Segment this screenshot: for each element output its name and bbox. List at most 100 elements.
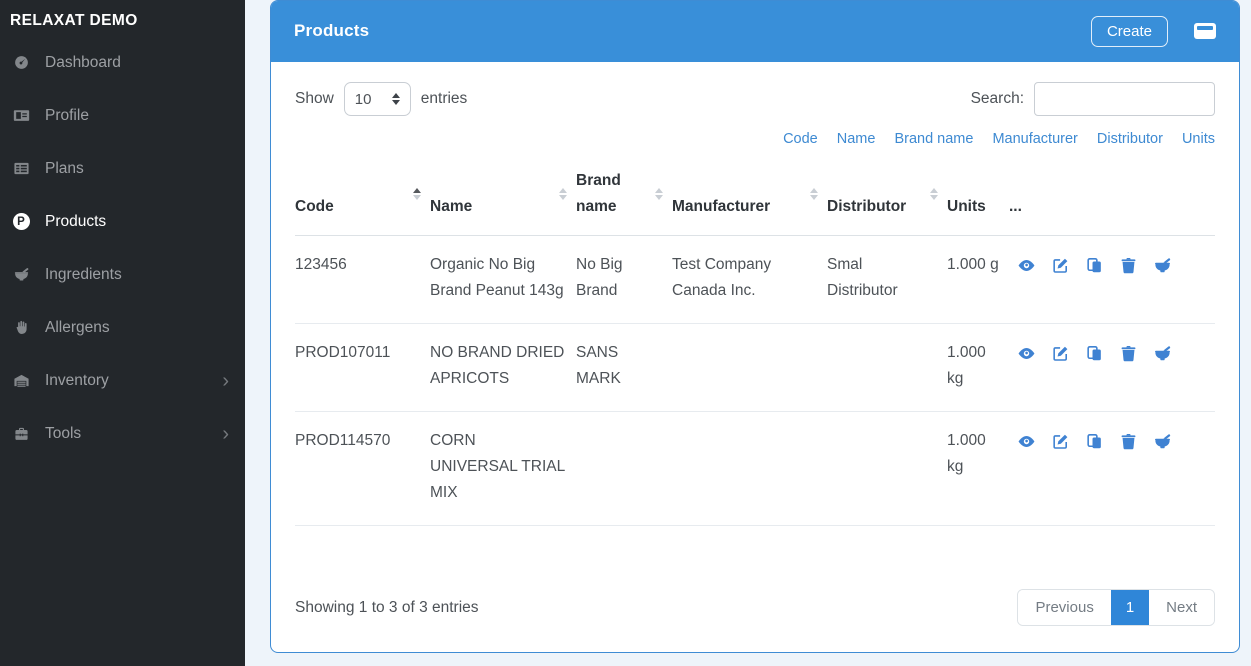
brand-title: RELAXAT DEMO	[10, 12, 138, 29]
sidebar-item-dashboard[interactable]: Dashboard	[0, 36, 245, 89]
delete-icon[interactable]	[1119, 256, 1138, 275]
table-row: 123456 Organic No Big Brand Peanut 143g …	[295, 235, 1215, 324]
cell-code: PROD114570	[295, 411, 430, 526]
view-icon[interactable]	[1017, 432, 1036, 451]
sort-icons	[413, 187, 421, 200]
chevron-right-icon: ›	[222, 369, 229, 392]
search-input[interactable]	[1034, 82, 1215, 116]
sort-asc-icon	[930, 187, 938, 193]
sidebar-item-inventory[interactable]: Inventory ›	[0, 354, 245, 407]
delete-icon[interactable]	[1119, 344, 1138, 363]
sidebar-item-products[interactable]: P Products	[0, 195, 245, 248]
sort-icons	[930, 187, 938, 200]
products-card: Products Create Show 10 entries Search:	[270, 0, 1240, 653]
filter-link-name[interactable]: Name	[837, 131, 876, 147]
sidebar: RELAXAT DEMO Dashboard Profile Plans P P…	[0, 0, 245, 666]
sidebar-item-label: Products	[45, 212, 107, 230]
filter-link-manufacturer[interactable]: Manufacturer	[992, 131, 1077, 147]
sort-icons	[655, 187, 663, 200]
sort-desc-icon	[810, 194, 818, 200]
card-header: Products Create	[271, 1, 1239, 62]
filter-link-code[interactable]: Code	[783, 131, 818, 147]
sidebar-item-plans[interactable]: Plans	[0, 142, 245, 195]
sort-desc-icon	[930, 194, 938, 200]
view-icon[interactable]	[1017, 344, 1036, 363]
products-table: Code Name Brand name Manufacturer Distri…	[295, 152, 1215, 526]
row-actions	[1009, 340, 1205, 363]
sidebar-item-tools[interactable]: Tools ›	[0, 407, 245, 460]
duplicate-icon[interactable]	[1085, 256, 1104, 275]
column-header-code[interactable]: Code	[295, 152, 430, 236]
sidebar-item-label: Plans	[45, 159, 84, 177]
duplicate-icon[interactable]	[1085, 344, 1104, 363]
cell-distributor: Smal Distributor	[827, 235, 947, 324]
card-body: Show 10 entries Search: Code Name Brand …	[271, 62, 1239, 652]
column-header-brand-name[interactable]: Brand name	[576, 152, 672, 236]
search-label: Search:	[970, 90, 1024, 107]
column-filter-links: Code Name Brand name Manufacturer Distri…	[295, 131, 1215, 147]
edit-icon[interactable]	[1051, 344, 1070, 363]
sidebar-item-label: Inventory	[45, 371, 109, 389]
pagination-next[interactable]: Next	[1149, 590, 1214, 625]
cell-distributor	[827, 323, 947, 412]
view-icon[interactable]	[1017, 256, 1036, 275]
column-header-name[interactable]: Name	[430, 152, 576, 236]
sidebar-item-label: Dashboard	[45, 53, 121, 71]
cell-name: Organic No Big Brand Peanut 143g	[430, 235, 576, 324]
ingredients-icon[interactable]	[1153, 432, 1172, 451]
filter-link-units[interactable]: Units	[1182, 131, 1215, 147]
sidebar-item-label: Ingredients	[45, 265, 122, 283]
duplicate-icon[interactable]	[1085, 432, 1104, 451]
column-header-manufacturer[interactable]: Manufacturer	[672, 152, 827, 236]
cell-brand: No Big Brand	[576, 235, 672, 324]
filter-link-brand-name[interactable]: Brand name	[894, 131, 973, 147]
delete-icon[interactable]	[1119, 432, 1138, 451]
table-row: PROD107011 NO BRAND DRIED APRICOTS SANS …	[295, 323, 1215, 412]
page-length-select[interactable]: 10	[343, 82, 411, 116]
list-table-icon	[10, 160, 32, 177]
edit-icon[interactable]	[1051, 432, 1070, 451]
cell-units: 1.000 g	[947, 235, 1009, 324]
sort-desc-icon	[559, 194, 567, 200]
entries-label: entries	[420, 90, 468, 107]
warehouse-icon	[10, 372, 32, 389]
sidebar-item-label: Allergens	[45, 318, 110, 336]
page-length-control: Show 10 entries	[295, 82, 467, 116]
create-button[interactable]: Create	[1090, 15, 1168, 47]
cell-code: 123456	[295, 235, 430, 324]
chevron-right-icon: ›	[222, 422, 229, 445]
cell-manufacturer	[672, 323, 827, 412]
ingredients-icon[interactable]	[1153, 344, 1172, 363]
ingredients-icon[interactable]	[1153, 256, 1172, 275]
page-length-value: 10	[354, 90, 372, 108]
edit-icon[interactable]	[1051, 256, 1070, 275]
table-header-row: Code Name Brand name Manufacturer Distri…	[295, 152, 1215, 236]
cell-name: CORN UNIVERSAL TRIAL MIX	[430, 411, 576, 526]
sidebar-item-ingredients[interactable]: Ingredients	[0, 248, 245, 301]
sort-asc-icon	[559, 187, 567, 193]
sidebar-item-label: Profile	[45, 106, 89, 124]
column-header-actions: ...	[1009, 152, 1215, 236]
search-control: Search:	[971, 82, 1215, 116]
sidebar-item-allergens[interactable]: Allergens	[0, 301, 245, 354]
column-header-units: Units	[947, 152, 1009, 236]
filter-link-distributor[interactable]: Distributor	[1097, 131, 1163, 147]
sidebar-item-profile[interactable]: Profile	[0, 89, 245, 142]
column-header-distributor[interactable]: Distributor	[827, 152, 947, 236]
cell-manufacturer: Test Company Canada Inc.	[672, 235, 827, 324]
dashboard-icon	[10, 54, 32, 71]
sort-asc-icon	[413, 187, 421, 193]
pagination-previous[interactable]: Previous	[1018, 590, 1111, 625]
cell-units: 1.000 kg	[947, 411, 1009, 526]
main-area: Products Create Show 10 entries Search:	[245, 0, 1251, 666]
entries-summary: Showing 1 to 3 of 3 entries	[295, 598, 479, 616]
sort-asc-icon	[810, 187, 818, 193]
sort-icons	[559, 187, 567, 200]
cell-name: NO BRAND DRIED APRICOTS	[430, 323, 576, 412]
pagination-page-1[interactable]: 1	[1110, 590, 1150, 625]
table-footer: Showing 1 to 3 of 3 entries Previous 1 N…	[295, 573, 1215, 652]
toolbox-icon	[10, 425, 32, 442]
sidebar-item-label: Tools	[45, 424, 82, 442]
archive-icon[interactable]	[1194, 23, 1216, 39]
cell-brand: SANS MARK	[576, 323, 672, 412]
